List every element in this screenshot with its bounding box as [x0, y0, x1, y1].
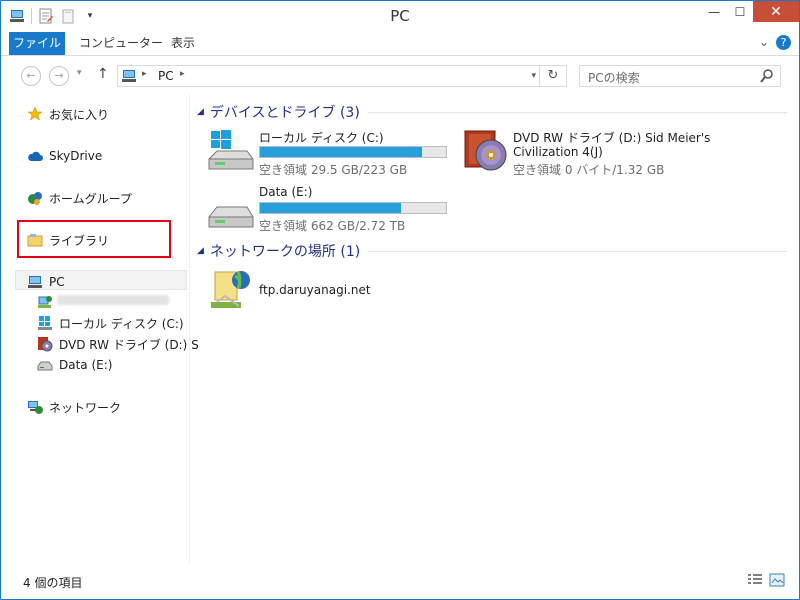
search-box[interactable]: PCの検索 — [579, 65, 781, 87]
help-icon[interactable]: ? — [776, 35, 791, 50]
group-divider — [368, 250, 787, 252]
drive-name: ローカル ディスク (C:) — [259, 131, 384, 145]
network-location-icon — [211, 271, 250, 308]
group-network-locations[interactable]: ◢ ネットワークの場所 (1) — [197, 240, 787, 262]
details-view-icon[interactable] — [747, 573, 763, 587]
nav-label: ローカル ディスク (C:) — [59, 316, 184, 331]
window-controls: — ☐ ✕ — [701, 1, 799, 22]
tab-file[interactable]: ファイル — [9, 32, 65, 55]
explorer-window: ▾ PC — ☐ ✕ ファイル コンピューター 表示 ⌄ ? ← → ▾ ↑ ▸… — [0, 0, 800, 600]
group-devices-drives[interactable]: ◢ デバイスとドライブ (3) — [197, 101, 787, 123]
address-history-icon[interactable]: ▾ — [531, 71, 536, 81]
breadcrumb-pc[interactable]: PC — [158, 69, 174, 83]
drive-data-e[interactable]: Data (E:) 空き領域 662 GB/2.72 TB — [207, 185, 447, 235]
content-area: ◢ デバイスとドライブ (3) ローカル ディスク (C:) 空き領域 29.5… — [197, 94, 797, 564]
group-divider — [367, 111, 787, 113]
windows-drive-icon — [208, 130, 254, 170]
drive-free-space: 空き領域 662 GB/2.72 TB — [259, 219, 406, 233]
search-placeholder: PCの検索 — [588, 71, 640, 85]
forward-button[interactable]: → — [49, 66, 69, 86]
status-bar: 4 個の項目 — [1, 568, 799, 599]
navigation-bar: ← → ▾ ↑ ▸ PC ▸ ▾ ↻ PCの検索 — [1, 56, 799, 94]
nav-label: PC — [49, 275, 65, 289]
nav-pc[interactable]: PC — [27, 272, 65, 292]
nav-hidden-item[interactable] — [37, 292, 59, 312]
navigation-pane: お気に入り SkyDrive ホームグループ ライブラリ PC ローカル ディス… — [1, 94, 199, 564]
breadcrumb-separator-icon[interactable]: ▸ — [142, 69, 147, 79]
hard-drive-icon — [208, 206, 254, 228]
network-icon — [28, 401, 43, 414]
minimize-button[interactable]: — — [701, 1, 727, 22]
usage-bar — [259, 146, 447, 158]
redacted-label — [57, 295, 169, 305]
homegroup-icon — [28, 192, 42, 205]
nav-data-e[interactable]: Data (E:) — [37, 355, 112, 375]
up-button[interactable]: ↑ — [97, 66, 109, 82]
window-title: PC — [390, 7, 410, 25]
drive-free-space: 空き領域 29.5 GB/223 GB — [259, 163, 408, 177]
nav-skydrive[interactable]: SkyDrive — [27, 146, 102, 166]
hard-drive-icon — [37, 361, 53, 371]
nav-local-disk-c[interactable]: ローカル ディスク (C:) — [37, 313, 184, 333]
network-drive-icon — [38, 296, 52, 308]
drive-name: Data (E:) — [259, 185, 313, 199]
collapse-chevron-icon[interactable]: ◢ — [197, 246, 204, 256]
address-bar[interactable]: ▸ PC ▸ ▾ ↻ — [117, 65, 567, 87]
back-button[interactable]: ← — [21, 66, 41, 86]
star-icon — [27, 106, 43, 121]
drive-name-line2: Civilization 4(J) — [513, 145, 603, 159]
group-title: デバイスとドライブ (3) — [209, 105, 360, 121]
usage-fill — [260, 203, 402, 213]
nav-label: ネットワーク — [49, 400, 122, 415]
nav-label: ホームグループ — [49, 191, 132, 206]
network-location-name: ftp.daruyanagi.net — [259, 283, 371, 297]
nav-label: Data (E:) — [59, 358, 113, 372]
pc-icon — [28, 276, 42, 288]
usage-bar — [259, 202, 447, 214]
large-icons-view-icon[interactable] — [769, 573, 785, 587]
drive-dvd-d[interactable]: DVD RW ドライブ (D:) Sid Meier's Civilizatio… — [461, 129, 761, 179]
collapse-chevron-icon[interactable]: ◢ — [197, 107, 204, 117]
title-bar: ▾ PC — ☐ ✕ — [1, 1, 799, 32]
drive-name: DVD RW ドライブ (D:) Sid Meier's — [513, 131, 711, 145]
network-location-item[interactable]: ftp.daruyanagi.net — [207, 268, 447, 314]
ribbon-tabs: ファイル コンピューター 表示 ⌄ ? — [1, 32, 799, 56]
dvd-drive-icon — [464, 130, 507, 171]
usage-fill — [260, 147, 422, 157]
drive-free-space: 空き領域 0 バイト/1.32 GB — [513, 163, 665, 177]
tab-computer[interactable]: コンピューター — [79, 32, 163, 55]
drive-local-c[interactable]: ローカル ディスク (C:) 空き領域 29.5 GB/223 GB — [207, 129, 447, 179]
nav-label: SkyDrive — [49, 149, 103, 163]
close-button[interactable]: ✕ — [753, 1, 799, 22]
dvd-drive-icon — [38, 337, 53, 352]
maximize-button[interactable]: ☐ — [727, 1, 753, 22]
windows-drive-icon — [38, 316, 52, 330]
pc-icon — [122, 70, 136, 82]
nav-favorites[interactable]: お気に入り — [27, 104, 109, 124]
recent-locations-icon[interactable]: ▾ — [77, 68, 82, 78]
cloud-icon — [28, 151, 43, 161]
nav-homegroup[interactable]: ホームグループ — [27, 188, 132, 208]
nav-label: DVD RW ドライブ (D:) S — [59, 337, 199, 352]
search-icon[interactable] — [760, 68, 774, 84]
item-count: 4 個の項目 — [23, 576, 83, 590]
group-title: ネットワークの場所 (1) — [209, 244, 361, 260]
breadcrumb-separator-icon[interactable]: ▸ — [180, 69, 185, 79]
nav-network[interactable]: ネットワーク — [27, 397, 121, 417]
tab-view[interactable]: 表示 — [171, 32, 195, 55]
nav-label: お気に入り — [49, 107, 110, 122]
nav-dvd-drive[interactable]: DVD RW ドライブ (D:) S — [37, 334, 199, 354]
highlight-box — [17, 220, 171, 258]
expand-ribbon-icon[interactable]: ⌄ — [759, 35, 769, 49]
refresh-button[interactable]: ↻ — [539, 66, 566, 86]
